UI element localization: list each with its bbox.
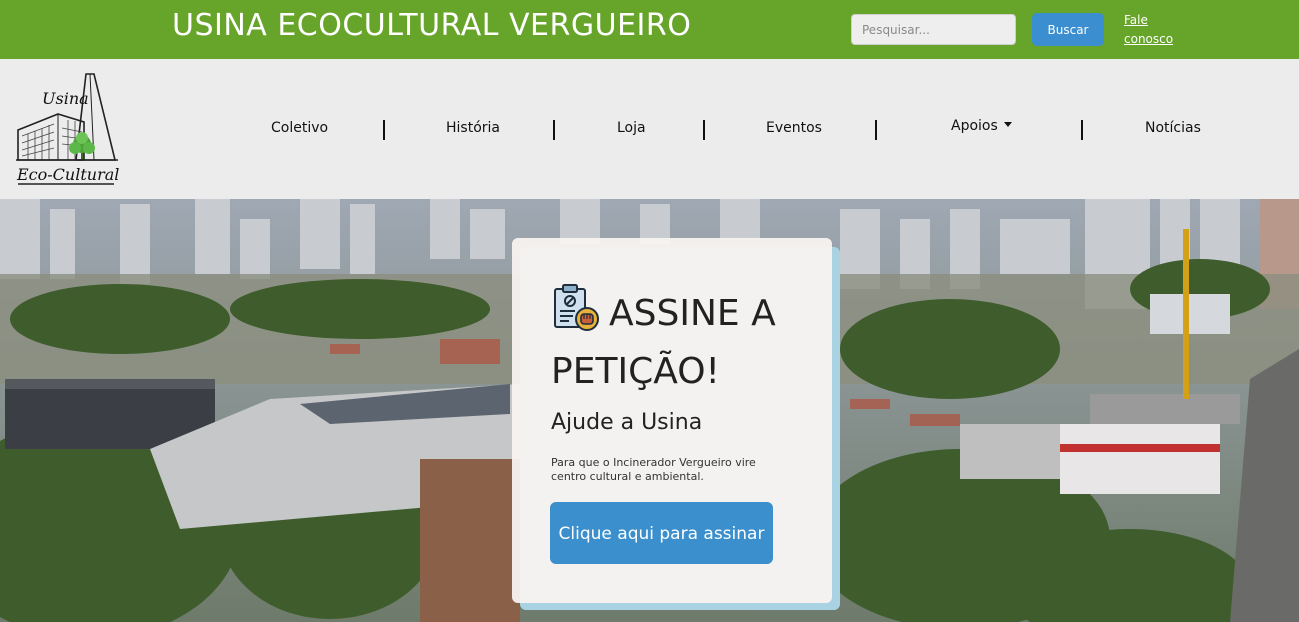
site-logo[interactable]: Usina Eco-Cultural [14,72,120,190]
petition-clipboard-fist-icon [554,284,599,331]
nav-item-noticias[interactable]: Notícias [1145,120,1201,136]
caret-down-icon [1003,121,1012,127]
nav-item-coletivo[interactable]: Coletivo [271,120,328,136]
nav-separator [383,120,385,140]
logo-text-top: Usina [42,89,89,108]
contact-link[interactable]: Fale conosco [1124,11,1184,49]
logo-text-bottom: Eco-Cultural [16,165,119,184]
nav-item-eventos[interactable]: Eventos [766,120,822,136]
nav-separator [1081,120,1083,140]
search-input[interactable] [851,14,1016,45]
search-button[interactable]: Buscar [1032,13,1104,46]
nav-item-loja[interactable]: Loja [617,120,646,136]
contact-link-line2: conosco [1124,32,1174,46]
nav-item-historia[interactable]: História [446,120,500,136]
main-nav: Usina Eco-Cultural Coletivo História Loj… [0,59,1299,199]
contact-link-line1: Fale [1124,13,1148,27]
top-bar: USINA ECOCULTURAL VERGUEIRO Buscar Fale … [0,0,1299,59]
nav-item-apoios-label: Apoios [951,118,998,134]
nav-item-apoios-dropdown[interactable]: Apoios [951,118,1012,134]
sign-petition-button[interactable]: Clique aqui para assinar [550,502,773,564]
site-title[interactable]: USINA ECOCULTURAL VERGUEIRO [172,8,691,43]
petition-description: Para que o Incinerador Vergueiro vire ce… [551,456,756,483]
nav-separator [703,120,705,140]
nav-separator [553,120,555,140]
petition-heading: ASSINE A PETIÇÃO! [551,283,821,401]
petition-subtitle: Ajude a Usina [551,410,703,435]
nav-separator [875,120,877,140]
